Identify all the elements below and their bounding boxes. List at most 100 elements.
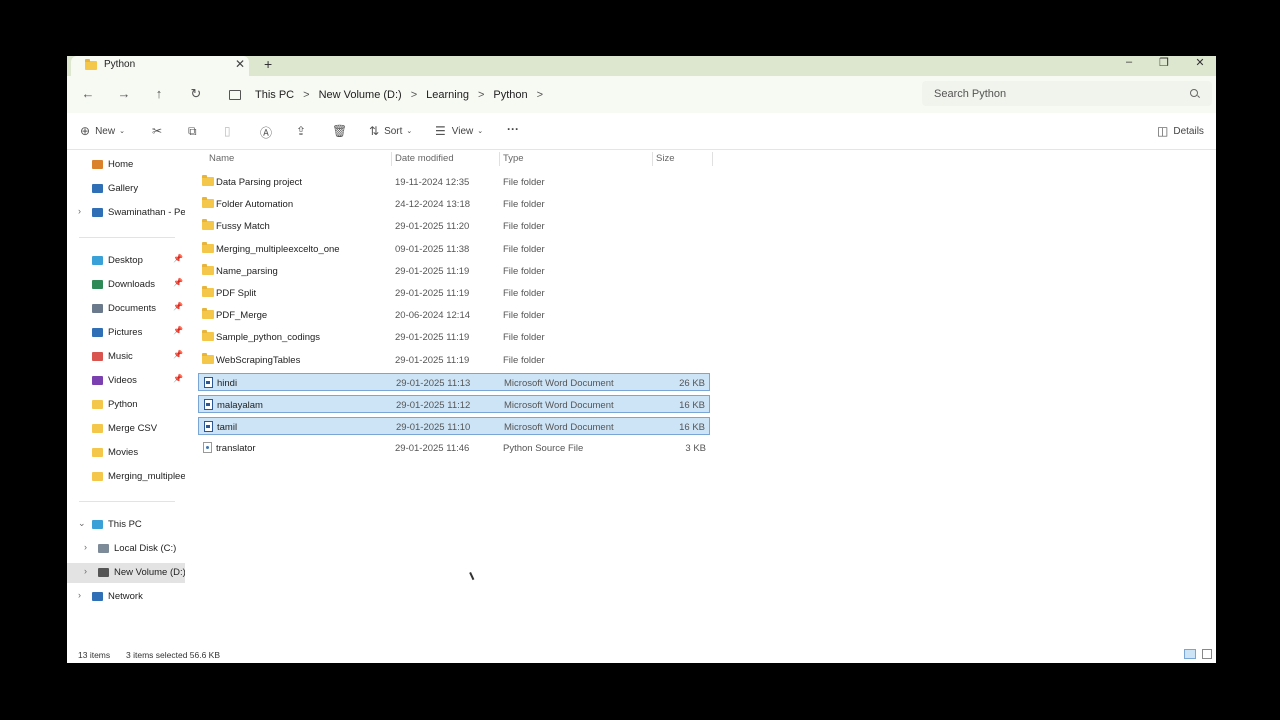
new-button[interactable]: ⊕ New ⌄ [80,124,125,138]
details-button[interactable]: ◫ Details [1157,124,1204,138]
close-window-button[interactable]: ✕ [1185,56,1215,69]
breadcrumb-item[interactable]: This PC [255,89,294,101]
breadcrumb-item[interactable]: Python [493,89,527,101]
file-type: File folder [503,288,545,299]
folder-icon [92,424,103,433]
sidebar-item-videos[interactable]: Videos 📌 [67,371,185,391]
file-date: 29-01-2025 11:12 [396,400,471,411]
refresh-button[interactable]: ↻ [188,86,204,102]
file-row[interactable]: Folder Automation 24-12-2024 13:18 File fo… [198,195,710,213]
breadcrumb-item[interactable]: Learning [426,89,469,101]
chevron-right-icon[interactable]: > [478,89,484,101]
share-icon[interactable]: ⇪ [296,124,306,138]
breadcrumb-item[interactable]: New Volume (D:) [319,89,402,101]
sort-button[interactable]: ⇅ Sort ⌄ [369,124,412,138]
tab-python[interactable]: Python ✕ [71,56,249,76]
details-view-icon[interactable] [1184,649,1196,659]
chevron-right-icon[interactable]: > [411,89,417,101]
sidebar-item-swaminathan[interactable]: › Swaminathan - Personal [67,203,185,223]
search-input[interactable]: Search Python [934,88,1006,100]
sidebar-item-gallery[interactable]: Gallery [67,179,185,199]
delete-icon[interactable]: 🗑 [332,124,347,138]
column-divider[interactable] [391,152,392,166]
file-row[interactable]: PDF_Merge 20-06-2024 12:14 File folder [198,306,710,324]
sidebar-item-network[interactable]: › Network [67,587,185,607]
nav-item-label: Network [108,591,143,602]
column-divider[interactable] [499,152,500,166]
pin-icon: 📌 [173,302,183,311]
forward-button[interactable]: → [116,86,132,101]
column-header-name[interactable]: Name [209,153,234,164]
chevron-right-icon[interactable]: › [78,206,81,216]
title-bar: Python ✕ + – ❐ ✕ [67,56,1216,76]
sidebar-item-movies[interactable]: Movies [67,443,185,463]
sidebar-item-merge-csv[interactable]: Merge CSV [67,419,185,439]
file-type: Python Source File [503,443,584,455]
up-button[interactable]: ↑ [151,86,167,101]
close-tab-icon[interactable]: ✕ [235,57,245,71]
file-size: 3 KB [685,443,706,455]
column-header-size[interactable]: Size [656,153,674,164]
breadcrumb[interactable]: > This PC > New Volume (D:) > Learning > Python… [222,85,552,105]
minimize-button[interactable]: – [1114,56,1144,68]
chevron-right-icon[interactable]: › [84,542,87,552]
file-row[interactable]: Merging_multipleexcelto_one 09-01-2025 11… [198,240,710,258]
file-row[interactable]: WebScrapingTables 29-01-2025 11:19 File fo… [198,351,710,369]
more-options-button[interactable]: ··· [507,122,519,136]
sidebar-item-merging-multipleexcelto-one[interactable]: Merging_multipleexcelto_one [67,467,185,487]
file-row[interactable]: tamil 29-01-2025 11:10 Microsoft Word Docu… [198,417,710,436]
rename-icon[interactable]: Ⓐ [260,124,272,141]
chevron-down-icon[interactable]: ⌄ [78,518,86,529]
restore-button[interactable]: ❐ [1149,56,1179,69]
back-button[interactable]: ← [80,86,96,101]
file-row[interactable]: malayalam 29-01-2025 11:12 Microsoft Word … [198,395,710,413]
file-row[interactable]: translator 29-01-2025 11:46 Python Source … [198,439,710,457]
search-box[interactable]: Search Python [922,81,1212,106]
chevron-right-icon[interactable]: › [84,566,87,576]
file-row[interactable]: Sample_python_codings 29-01-2025 11:19 Fil… [198,328,710,346]
plus-circle-icon: ⊕ [80,124,91,138]
tiles-view-icon[interactable] [1202,649,1212,659]
sidebar-item-python[interactable]: Python [67,395,185,415]
sidebar-item-desktop[interactable]: Desktop 📌 [67,251,185,271]
sidebar-item-documents[interactable]: Documents 📌 [67,299,185,319]
sidebar-item-downloads[interactable]: Downloads 📌 [67,275,185,295]
file-row[interactable]: Data Parsing project 19-11-2024 12:35 File… [198,173,710,191]
chevron-down-icon: ⌄ [406,128,413,135]
file-type: File folder [503,332,545,344]
column-header-date[interactable]: Date modified [395,153,454,164]
tab-title: Python [104,59,136,70]
chevron-right-icon[interactable]: › [78,590,81,600]
file-size: 16 KB [679,422,705,434]
sidebar-item-drive-1[interactable]: › New Volume (D:) [67,563,185,583]
file-name: Merging_multipleexcelto_one [216,243,340,255]
folder-icon [202,219,214,231]
nav-item-label: Gallery [108,183,139,194]
file-row[interactable]: hindi 29-01-2025 11:13 Microsoft Word Docu… [198,372,710,391]
file-date: 09-01-2025 11:38 [395,243,470,255]
sidebar-item-home[interactable]: Home [67,155,185,175]
file-row[interactable]: Fussy Match 29-01-2025 11:20 File folder [198,217,710,235]
column-divider[interactable] [652,152,653,166]
search-icon [1190,89,1198,97]
copy-icon[interactable]: ⧉ [188,124,197,139]
sidebar-item-music[interactable]: Music 📌 [67,347,185,367]
file-date: 29-01-2025 11:20 [395,221,470,233]
pin-icon: 📌 [173,326,183,335]
sort-icon: ⇅ [369,124,380,138]
sidebar-item-drive-0[interactable]: › Local Disk (C:) [67,539,185,559]
paste-icon[interactable]: ▯ [224,124,231,138]
view-button[interactable]: ☰ View ⌄ [435,124,483,138]
file-row[interactable]: Name_parsing 29-01-2025 11:19 File folder [198,262,710,280]
item-count: 13 items [78,650,111,660]
column-divider[interactable] [712,152,713,166]
cut-icon[interactable]: ✂ [152,124,162,138]
file-row[interactable]: PDF Split 29-01-2025 11:19 File folder [198,284,710,302]
details-pane-icon: ◫ [1157,124,1169,138]
sidebar-item-pictures[interactable]: Pictures 📌 [67,323,185,343]
sidebar-item-this-pc[interactable]: ⌄ This PC [67,515,185,535]
column-header-type[interactable]: Type [503,153,524,164]
new-tab-button[interactable]: + [264,56,272,72]
chevron-right-icon[interactable]: > [537,89,543,101]
chevron-right-icon[interactable]: > [303,89,309,101]
